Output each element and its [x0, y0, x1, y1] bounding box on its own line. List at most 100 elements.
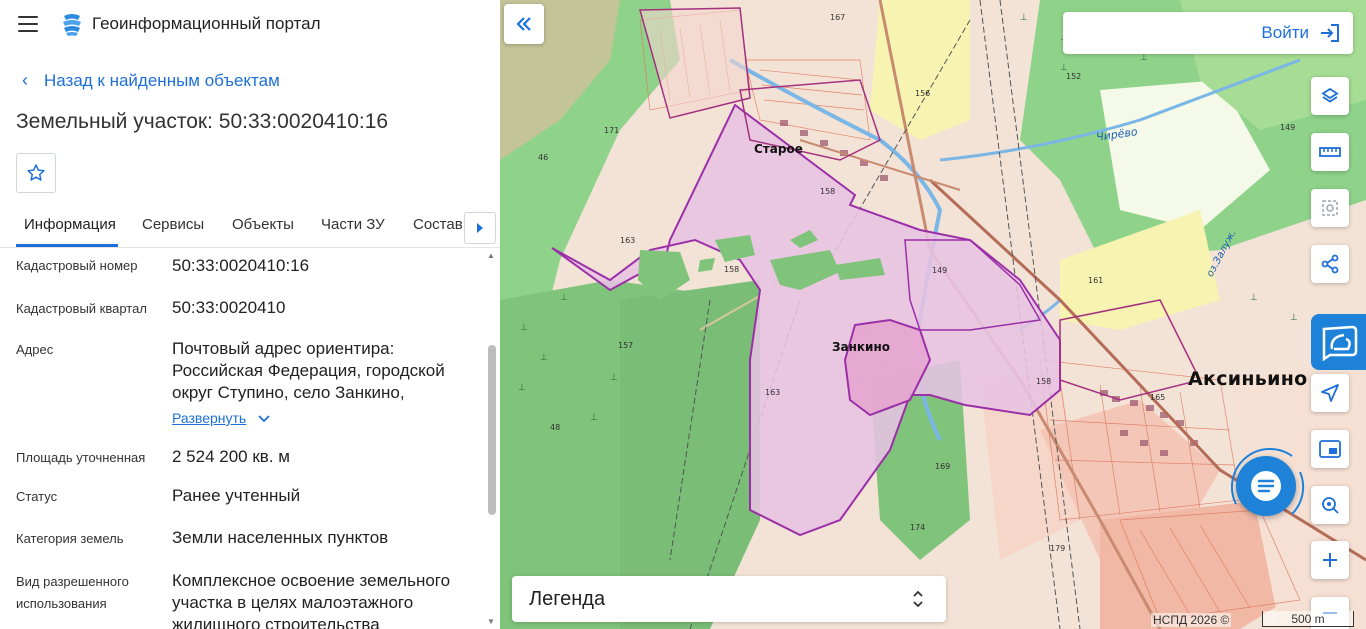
search-location-icon	[1322, 497, 1339, 514]
back-link-label: Назад к найденным объектам	[44, 70, 280, 90]
place-label-zankino: Занкино	[832, 340, 891, 354]
login-label: Войти	[1261, 23, 1309, 42]
layers-logo-icon	[60, 12, 84, 38]
svg-text:149: 149	[1280, 123, 1295, 132]
area-select-icon	[1322, 200, 1338, 216]
svg-text:⊥: ⊥	[518, 383, 526, 393]
svg-text:158: 158	[1036, 377, 1051, 386]
attribute-list: Кадастровый номер 50:33:0020410:16 Кадас…	[0, 249, 484, 629]
gosuslugi-button[interactable]	[1311, 314, 1366, 370]
minimap-button[interactable]	[1311, 430, 1349, 468]
field-value-line: Российская Федерация, городской	[172, 361, 445, 380]
field-label: Статус	[16, 489, 58, 504]
info-panel: Геоинформационный портал ‹ Назад к найде…	[0, 0, 500, 629]
login-button[interactable]: Войти	[1063, 12, 1353, 54]
legend-dropdown[interactable]: Легенда	[512, 576, 946, 622]
svg-text:161: 161	[1088, 276, 1103, 285]
map-canvas[interactable]: ⊥⊥⊥ ⊥⊥⊥ ⊥⊥⊥ ⊥⊥⊥ ⊥⊥⊥ 17146152 156163158 1…	[500, 0, 1366, 629]
layers-icon	[1321, 87, 1339, 103]
chat-widget	[1222, 442, 1310, 530]
chat-button[interactable]	[1236, 456, 1296, 516]
picture-in-picture-icon	[1319, 440, 1341, 458]
scrollbar-thumb[interactable]	[488, 345, 496, 515]
collapse-panel-button[interactable]	[504, 4, 544, 44]
portal-title: Геоинформационный портал	[92, 14, 321, 33]
svg-text:169: 169	[935, 462, 950, 471]
field-value: Земли населенных пунктов	[172, 528, 389, 547]
tab-composition[interactable]: Состав	[413, 216, 463, 233]
field-label: Площадь уточненная	[16, 450, 146, 465]
field-value: 50:33:0020410	[172, 298, 286, 317]
tab-bar: Информация Сервисы Объекты Части ЗУ Сост…	[0, 206, 500, 248]
svg-text:⊥: ⊥	[1250, 293, 1258, 303]
star-icon	[27, 164, 45, 181]
place-label-aksinino: Аксиньино	[1188, 368, 1308, 390]
geolocation-button[interactable]	[1311, 374, 1349, 412]
svg-text:149: 149	[932, 266, 947, 275]
chevron-up-down-icon	[913, 590, 923, 608]
scroll-up-icon[interactable]: ▲	[486, 252, 496, 260]
measure-button[interactable]	[1311, 133, 1349, 171]
double-chevron-left-icon	[516, 17, 531, 31]
svg-text:165: 165	[1150, 393, 1165, 402]
caret-right-icon	[477, 223, 483, 233]
field-label-line: использования	[16, 596, 107, 611]
svg-text:⊥: ⊥	[520, 323, 528, 333]
svg-text:163: 163	[765, 388, 780, 397]
navigation-arrow-icon	[1321, 384, 1339, 402]
map-copyright: НСПД 2026 ©	[1151, 613, 1232, 627]
active-tab-indicator	[16, 244, 118, 247]
svg-text:163: 163	[620, 236, 635, 245]
svg-text:46: 46	[538, 153, 548, 162]
zoom-in-button[interactable]	[1311, 541, 1349, 579]
field-value: 2 524 200 кв. м	[172, 447, 290, 466]
find-location-button[interactable]	[1311, 486, 1349, 524]
field-label: Кадастровый номер	[16, 258, 138, 273]
field-value: 50:33:0020410:16	[172, 256, 310, 275]
chat-bubble-icon	[1251, 471, 1281, 501]
layers-button[interactable]	[1311, 77, 1349, 115]
plus-icon	[1323, 553, 1337, 567]
tab-information[interactable]: Информация	[24, 216, 116, 233]
svg-text:157: 157	[618, 341, 633, 350]
svg-text:⊥: ⊥	[540, 353, 548, 363]
chevron-down-icon[interactable]	[258, 415, 270, 423]
field-value-line: жилищного строительства	[172, 615, 380, 629]
field-label: Кадастровый квартал	[16, 301, 147, 316]
page-title: Земельный участок: 50:33:0020410:16	[16, 110, 389, 133]
ruler-icon	[1319, 147, 1341, 157]
svg-text:171: 171	[604, 126, 619, 135]
svg-text:⊥: ⊥	[1020, 13, 1028, 23]
tabs-scroll-right-button[interactable]	[464, 212, 496, 244]
svg-text:174: 174	[910, 523, 925, 532]
expand-address-link[interactable]: Развернуть	[172, 410, 246, 426]
panel-scrollbar[interactable]: ▲ ▼	[486, 252, 496, 628]
area-select-button[interactable]	[1311, 189, 1349, 227]
svg-text:⊥: ⊥	[560, 293, 568, 303]
tab-services[interactable]: Сервисы	[142, 216, 204, 233]
svg-text:167: 167	[830, 13, 845, 22]
field-label: Категория земель	[16, 531, 124, 546]
svg-text:⊥: ⊥	[610, 373, 618, 383]
field-value-line: округ Ступино, село Занкино,	[172, 383, 405, 402]
map-scale-bar: 500 m	[1262, 611, 1354, 627]
gosuslugi-icon	[1322, 325, 1357, 362]
svg-text:179: 179	[1050, 544, 1065, 553]
svg-text:⊥: ⊥	[590, 413, 598, 423]
chevron-left-icon: ‹	[22, 70, 28, 90]
svg-text:48: 48	[550, 423, 560, 432]
svg-text:158: 158	[724, 265, 739, 274]
tab-objects[interactable]: Объекты	[232, 216, 294, 233]
field-label-line: Вид разрешенного	[16, 574, 129, 589]
field-label: Адрес	[16, 342, 54, 357]
back-to-results-link[interactable]: ‹ Назад к найденным объектам	[20, 70, 280, 91]
field-value-line: Комплексное освоение земельного	[172, 571, 451, 590]
scroll-down-icon[interactable]: ▼	[486, 618, 496, 626]
favorite-button[interactable]	[16, 153, 56, 193]
share-icon	[1321, 254, 1339, 274]
tab-parcel-parts[interactable]: Части ЗУ	[321, 216, 385, 233]
field-value-line: участка в целях малоэтажного	[172, 593, 414, 612]
share-button[interactable]	[1311, 245, 1349, 283]
svg-text:⊥: ⊥	[1290, 313, 1298, 323]
hamburger-menu-icon[interactable]	[18, 16, 38, 32]
